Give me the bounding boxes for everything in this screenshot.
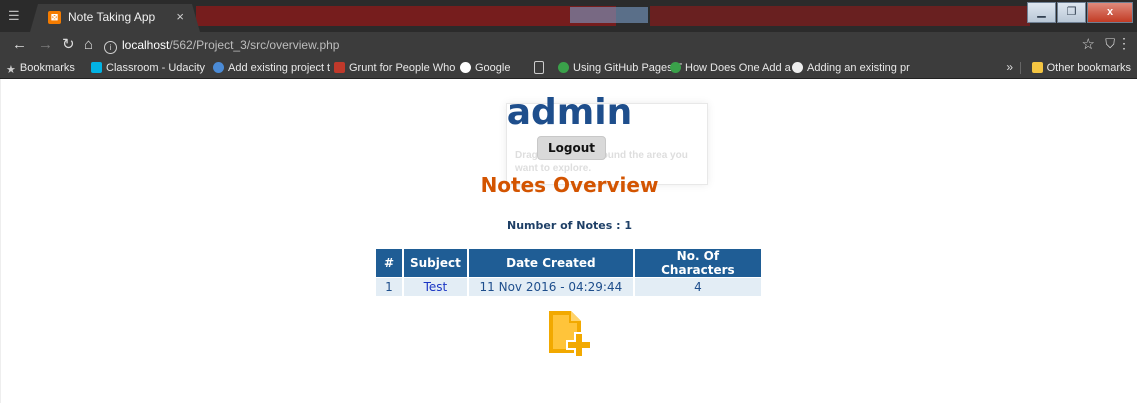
- column-header-subject: Subject: [404, 249, 467, 277]
- page-content: Drag the cursor around the area you want…: [0, 79, 1137, 403]
- window-controls: ▁ ❐ x: [1026, 2, 1133, 23]
- bookmarks-label[interactable]: ★ Bookmarks: [6, 61, 75, 76]
- tab-title: Note Taking App: [68, 10, 156, 24]
- address-toolbar: ← → ↻ ⌂ i localhost/562/Project_3/src/ove…: [0, 32, 1137, 58]
- grunt-icon: [334, 62, 345, 73]
- browser-titlebar: ☰ ⊠ Note Taking App × ▁ ❐ x: [0, 0, 1137, 32]
- note-date-cell: 11 Nov 2016 - 04:29:44: [468, 278, 633, 296]
- url-host: localhost: [122, 38, 170, 52]
- background-tab-window: [570, 7, 648, 23]
- table-row: 1 Test 11 Nov 2016 - 04:29:44 4: [376, 278, 761, 296]
- url-input[interactable]: i localhost/562/Project_3/src/overview.ph…: [104, 35, 1074, 55]
- bookmark-item[interactable]: [534, 61, 548, 76]
- leaf-icon: [558, 62, 569, 73]
- username-title: admin: [506, 92, 633, 133]
- incognito-icon: ☰: [8, 8, 20, 23]
- leaf-icon: [670, 62, 681, 73]
- udacity-icon: [91, 62, 102, 73]
- star-icon: ★: [6, 64, 16, 76]
- notes-count-label: Number of Notes : 1: [506, 219, 632, 232]
- note-subject-link[interactable]: Test: [424, 280, 448, 294]
- github-icon: [792, 62, 803, 73]
- url-path: /562/Project_3/src/overview.php: [169, 38, 340, 52]
- close-window-button[interactable]: x: [1087, 2, 1133, 23]
- table-header-row: # Subject Date Created No. Of Characters: [376, 249, 761, 277]
- bookmark-item[interactable]: Classroom - Udacity: [91, 61, 205, 75]
- bookmark-star-icon[interactable]: ☆: [1082, 35, 1095, 53]
- menu-kebab-icon[interactable]: ⋮: [1117, 35, 1131, 52]
- folder-icon: [1031, 62, 1043, 73]
- column-header-date-created: Date Created: [468, 249, 633, 277]
- reload-icon[interactable]: ↻: [62, 35, 75, 55]
- bookmark-item[interactable]: Google: [460, 61, 510, 75]
- minimize-button[interactable]: ▁: [1027, 2, 1056, 23]
- note-chars-cell: 4: [634, 278, 761, 296]
- extension-shield-icon[interactable]: ⛉: [1105, 36, 1115, 52]
- site-info-icon[interactable]: i: [104, 41, 117, 54]
- column-header-char-count: No. Of Characters: [634, 249, 761, 277]
- bookmarks-overflow-button[interactable]: »: [1006, 60, 1013, 74]
- bookmark-item[interactable]: Add existing project t: [213, 61, 330, 75]
- forward-arrow-icon[interactable]: →: [38, 35, 53, 55]
- tab-close-icon[interactable]: ×: [176, 9, 184, 24]
- bookmark-item[interactable]: How Does One Add a: [670, 61, 791, 75]
- background-tab-window: [650, 6, 1030, 26]
- page-icon: [534, 61, 544, 74]
- bookmark-item[interactable]: Using GitHub Pages T: [558, 61, 682, 75]
- column-header-number: #: [376, 249, 402, 277]
- logout-button[interactable]: Logout: [537, 136, 606, 160]
- browser-tab[interactable]: ⊠ Note Taking App ×: [30, 4, 200, 32]
- bookmarks-bar: ★ Bookmarks Classroom - Udacity Add exist…: [0, 58, 1137, 79]
- note-subject-cell: Test: [404, 278, 467, 296]
- back-arrow-icon[interactable]: ←: [12, 35, 27, 55]
- xampp-favicon-icon: ⊠: [48, 11, 61, 24]
- bookmark-item[interactable]: Adding an existing pr: [792, 61, 910, 75]
- google-icon: [460, 62, 471, 73]
- note-number-cell: 1: [376, 278, 402, 296]
- gitlab-icon: [213, 62, 224, 73]
- maximize-button[interactable]: ❐: [1057, 2, 1086, 23]
- notes-table: # Subject Date Created No. Of Characters…: [374, 248, 763, 297]
- background-tab-window: [196, 6, 616, 26]
- divider: [1020, 62, 1021, 74]
- add-note-icon[interactable]: [545, 307, 593, 357]
- other-bookmarks-folder[interactable]: Other bookmarks: [1031, 61, 1131, 75]
- home-icon[interactable]: ⌂: [84, 35, 93, 55]
- bookmark-item[interactable]: Grunt for People Who: [334, 61, 455, 75]
- page-title: Notes Overview: [480, 173, 659, 197]
